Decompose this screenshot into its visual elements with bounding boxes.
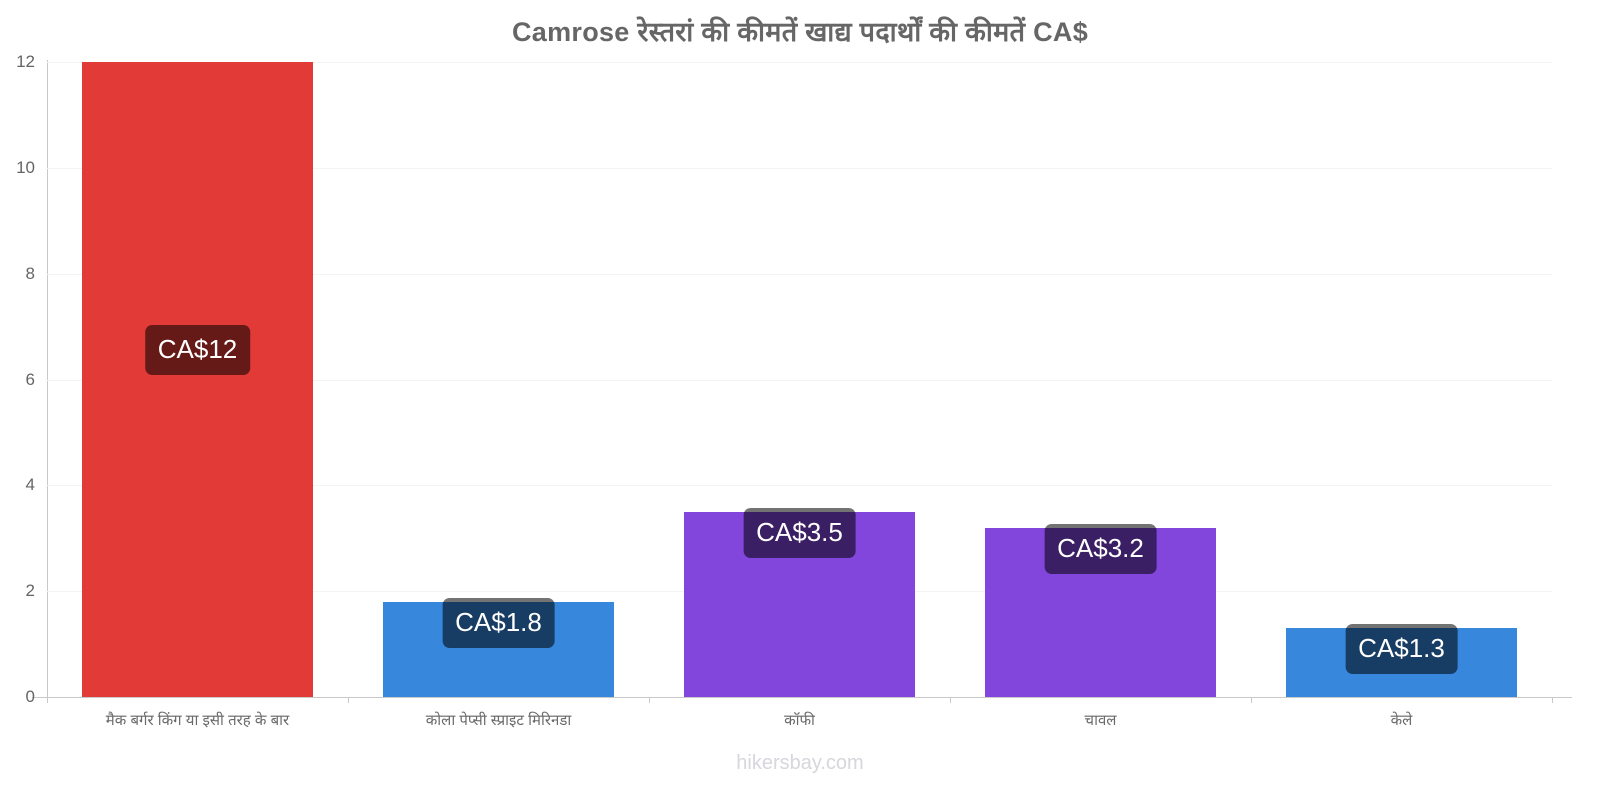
y-axis-tick-label: 10 xyxy=(16,157,35,177)
x-axis-tick xyxy=(47,697,48,703)
x-axis-tick xyxy=(348,697,349,703)
x-axis-tick xyxy=(1251,697,1252,703)
chart-title: Camrose रेस्तरां की कीमतें खाद्य पदार्थो… xyxy=(511,17,1089,47)
bar-value-label: CA$3.5 xyxy=(743,507,856,558)
bar-value-label: CA$1.3 xyxy=(1345,624,1458,675)
x-axis-label: चावल xyxy=(1084,712,1117,729)
x-axis-label: कॉफी xyxy=(784,712,815,729)
bars-layer xyxy=(47,62,1552,697)
y-axis-tick-label: 12 xyxy=(16,52,35,71)
x-axis-line xyxy=(32,697,1572,698)
y-axis-tick-label: 0 xyxy=(25,687,35,706)
y-axis-tick-label: 8 xyxy=(25,263,35,283)
x-axis-tick xyxy=(950,697,951,703)
bar-chart: Camrose रेस्तरां की कीमतें खाद्य पदार्थो… xyxy=(0,0,1600,800)
x-axis-label: कोला पेप्सी स्प्राइट मिरिनडा xyxy=(425,712,572,729)
x-axis-label: केले xyxy=(1390,712,1413,729)
bar-value-label: CA$3.2 xyxy=(1044,523,1157,574)
x-axis-tick xyxy=(649,697,650,703)
x-axis-tick xyxy=(1552,697,1553,703)
y-axis-tick-label: 6 xyxy=(25,369,35,389)
bar[interactable] xyxy=(82,62,313,697)
y-axis-tick-label: 4 xyxy=(25,475,35,495)
bar-value-label: CA$1.8 xyxy=(442,597,555,648)
y-axis-tick-label: 2 xyxy=(25,581,35,601)
footer-credit: hikersbay.com xyxy=(736,752,864,774)
bar-value-label: CA$12 xyxy=(144,325,251,375)
x-axis-label: मैक बर्गर किंग या इसी तरह के बार xyxy=(105,712,290,729)
